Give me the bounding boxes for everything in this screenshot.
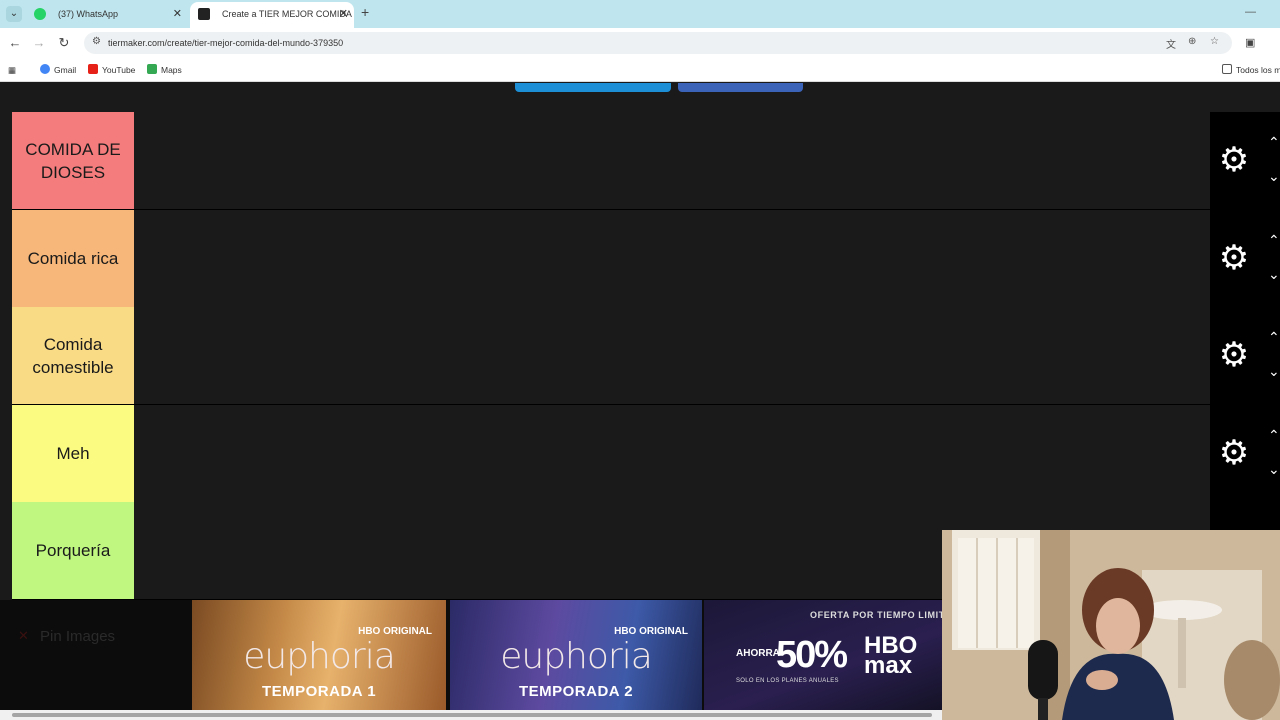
chevron-down-icon[interactable]: ⌄ — [1268, 168, 1280, 185]
gear-icon[interactable]: ⚙ — [1218, 338, 1250, 372]
ad-brand-logo: HBO max — [864, 632, 918, 679]
site-info-icon[interactable]: ⚙ — [92, 36, 101, 47]
minimize-icon[interactable]: — — [1245, 6, 1256, 18]
image-pool-strip: ✕ Pin Images HBO ORIGINAL euphoria TEMPO… — [0, 600, 942, 710]
scrollbar-thumb[interactable] — [12, 713, 932, 717]
folder-icon — [1222, 64, 1232, 74]
tier-row: COMIDA DE DIOSES — [12, 112, 1210, 210]
bookmark-label: Maps — [161, 65, 182, 75]
ad-euphoria-season-2[interactable]: HBO ORIGINAL euphoria TEMPORADA 2 — [450, 600, 702, 710]
extensions-icon[interactable]: ▣ — [1245, 36, 1255, 49]
bookmarks-bar: ▦ Gmail YouTube Maps Todos los m — [0, 58, 1280, 82]
new-tab-icon[interactable]: + — [361, 4, 369, 20]
bookmark-label: Gmail — [54, 65, 77, 75]
tier-row: Meh — [12, 404, 1210, 502]
top-action-button-2[interactable] — [678, 83, 803, 92]
tab-title: (37) WhatsApp — [58, 9, 119, 19]
ad-euphoria-season-1[interactable]: HBO ORIGINAL euphoria TEMPORADA 1 — [192, 600, 446, 710]
tier-row: Comida comestible — [12, 307, 1210, 405]
tab-tiermaker[interactable]: Create a TIER MEJOR COMIDA ✕ — [190, 2, 354, 28]
pin-icon: ✕ — [18, 628, 29, 643]
tab-search-icon[interactable]: ⌄ — [6, 6, 22, 22]
gear-icon[interactable]: ⚙ — [1218, 241, 1250, 275]
tier-label[interactable]: Comida comestible — [12, 307, 134, 404]
browser-toolbar: ← → ↻ ⚙ tiermaker.com/create/tier-mejor-… — [0, 28, 1280, 58]
ad-hbo-max-offer[interactable]: OFERTA POR TIEMPO LIMITADO AHORRA 50% HB… — [704, 600, 942, 710]
top-action-button-1[interactable] — [515, 83, 671, 92]
bookmark-star-icon[interactable]: ☆ — [1210, 36, 1219, 47]
ad-offer-text: OFERTA POR TIEMPO LIMITADO — [810, 610, 942, 620]
gear-icon[interactable]: ⚙ — [1218, 143, 1250, 177]
chevron-down-icon[interactable]: ⌄ — [1268, 266, 1280, 283]
tier-drop-zone[interactable] — [134, 209, 1210, 307]
translate-icon[interactable]: 文 — [1166, 36, 1176, 51]
ad-show-title: euphoria — [243, 636, 396, 677]
chevron-up-icon[interactable]: ⌃ — [1268, 329, 1280, 346]
bookmark-youtube[interactable]: YouTube — [88, 63, 135, 77]
chevron-down-icon[interactable]: ⌄ — [1268, 461, 1280, 478]
ad-save-text: AHORRA — [736, 648, 780, 659]
forward-icon[interactable]: → — [30, 34, 48, 52]
chevron-down-icon[interactable]: ⌄ — [1268, 363, 1280, 380]
browser-tab-strip: ⌄ (37) WhatsApp ✕ Create a TIER MEJOR CO… — [0, 0, 1280, 28]
url-text: tiermaker.com/create/tier-mejor-comida-d… — [108, 38, 344, 48]
chevron-up-icon[interactable]: ⌃ — [1268, 134, 1280, 151]
ad-season: TEMPORADA 2 — [518, 683, 634, 700]
webcam-overlay — [942, 530, 1280, 720]
tier-label[interactable]: Meh — [12, 404, 134, 502]
apps-icon[interactable]: ▦ — [8, 63, 16, 77]
close-icon[interactable]: ✕ — [339, 2, 348, 26]
ad-show-title: euphoria — [500, 636, 653, 677]
youtube-icon — [88, 64, 98, 74]
tier-label[interactable]: Comida rica — [12, 209, 134, 307]
close-icon[interactable]: ✕ — [173, 2, 182, 26]
bookmarks-folder[interactable]: Todos los m — [1222, 63, 1280, 77]
chevron-up-icon[interactable]: ⌃ — [1268, 232, 1280, 249]
reload-icon[interactable]: ↻ — [55, 34, 73, 52]
bookmark-gmail[interactable]: Gmail — [40, 63, 76, 77]
tab-title: Create a TIER MEJOR COMIDA — [222, 9, 352, 19]
gear-icon[interactable]: ⚙ — [1218, 436, 1250, 470]
whatsapp-icon — [34, 8, 46, 20]
tier-list: COMIDA DE DIOSES Comida rica Comida come… — [12, 112, 1210, 600]
ad-plans-text: SOLO EN LOS PLANES ANUALES — [736, 678, 839, 684]
bookmark-maps[interactable]: Maps — [147, 63, 182, 77]
chevron-up-icon[interactable]: ⌃ — [1268, 427, 1280, 444]
tier-drop-zone[interactable] — [134, 404, 1210, 502]
tier-label[interactable]: COMIDA DE DIOSES — [12, 112, 134, 209]
zoom-icon[interactable]: ⊕ — [1188, 36, 1196, 47]
maps-icon — [147, 64, 157, 74]
ad-season: TEMPORADA 1 — [261, 683, 377, 700]
webcam-video-frame — [942, 530, 1280, 720]
pin-images-label[interactable]: Pin Images — [40, 628, 115, 645]
tier-settings-column: ⚙ ⌃ ⌄ ⚙ ⌃ ⌄ ⚙ ⌃ ⌄ ⚙ ⌃ ⌄ — [1210, 112, 1280, 532]
ad-percent: 50% — [776, 634, 848, 676]
tier-drop-zone[interactable] — [134, 307, 1210, 404]
tiermaker-icon — [198, 8, 210, 20]
google-icon — [40, 64, 50, 74]
address-bar[interactable]: ⚙ tiermaker.com/create/tier-mejor-comida… — [84, 32, 1232, 54]
tier-row: Comida rica — [12, 209, 1210, 307]
tab-whatsapp[interactable]: (37) WhatsApp ✕ — [26, 2, 188, 28]
horizontal-scrollbar[interactable] — [0, 710, 942, 720]
tier-drop-zone[interactable] — [134, 112, 1210, 209]
back-icon[interactable]: ← — [6, 34, 24, 52]
bookmark-label: Todos los m — [1236, 65, 1280, 75]
tier-label[interactable]: Porquería — [12, 502, 134, 599]
bookmark-label: YouTube — [102, 65, 136, 75]
